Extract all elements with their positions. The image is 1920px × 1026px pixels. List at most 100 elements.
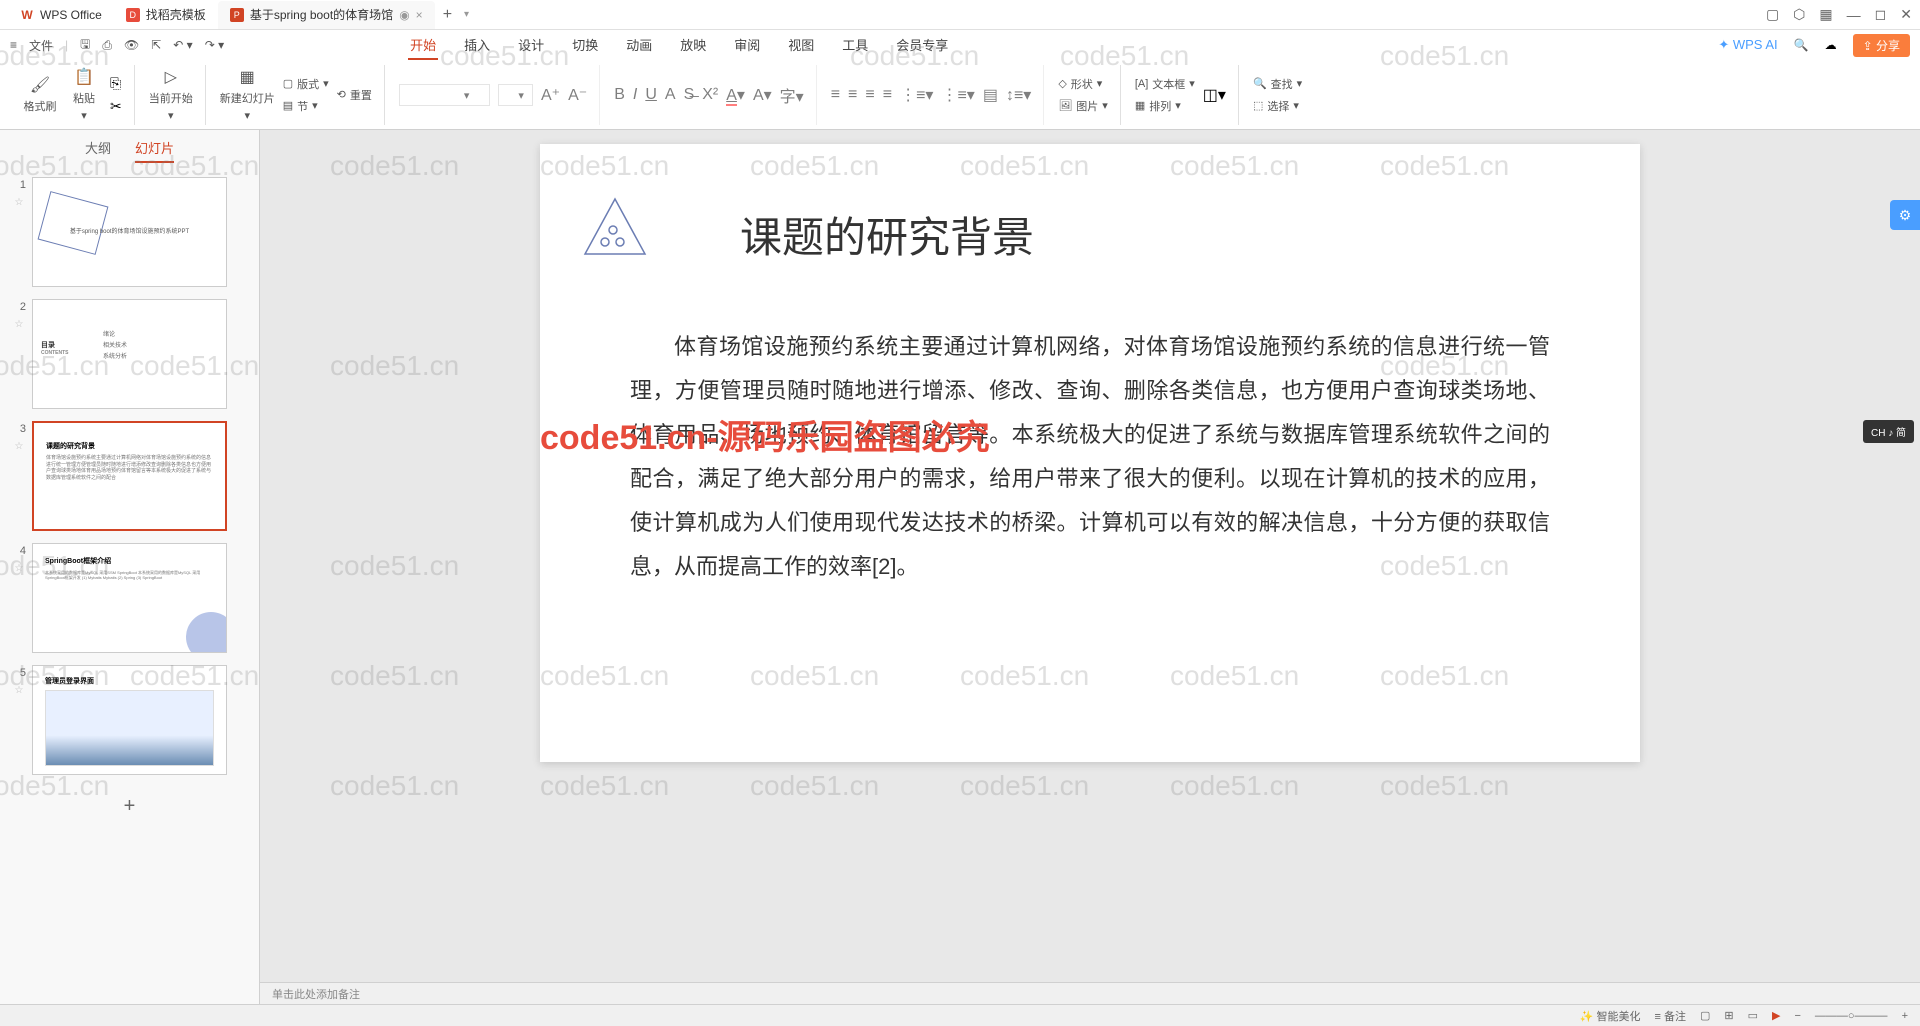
panel-tab-slides[interactable]: 幻灯片 <box>135 138 174 163</box>
add-tab-button[interactable]: + <box>435 6 460 24</box>
share-button[interactable]: ⇪ 分享 <box>1853 34 1910 57</box>
close-tab[interactable]: × <box>416 8 423 22</box>
undo-icon[interactable]: ↶ ▾ <box>173 38 192 52</box>
style-icon[interactable]: ◫▾ <box>1203 85 1226 105</box>
highlight-icon[interactable]: A▾ <box>753 85 772 105</box>
bold-icon[interactable]: B <box>614 86 625 104</box>
align-left-icon[interactable]: ≡ <box>831 86 840 104</box>
ai-assistant-button[interactable]: ⚙ <box>1890 200 1920 230</box>
picture-button[interactable]: 🖼 图片 ▾ <box>1058 98 1108 114</box>
font-color-icon[interactable]: A▾ <box>726 85 745 105</box>
preview-icon[interactable]: 👁 <box>124 38 139 52</box>
numbering-icon[interactable]: ⋮≡▾ <box>941 85 974 105</box>
minimize-icon[interactable]: — <box>1847 7 1861 23</box>
line-spacing-icon[interactable]: ↕≡▾ <box>1006 85 1031 105</box>
shape-button[interactable]: ◇ 形状 ▾ <box>1058 76 1108 92</box>
dropdown-icon[interactable]: ▾ <box>464 9 469 20</box>
section-button[interactable]: ▤ 节 ▾ <box>283 98 329 114</box>
zoom-out-icon[interactable]: − <box>1794 1010 1800 1022</box>
view-sorter-icon[interactable]: ⊞ <box>1724 1009 1733 1022</box>
maximize-icon[interactable]: ◻ <box>1875 6 1887 23</box>
strike-icon[interactable]: A <box>665 86 676 104</box>
star-icon[interactable]: ☆ <box>15 197 24 208</box>
bullets-icon[interactable]: ⋮≡▾ <box>900 85 933 105</box>
ribbon-view[interactable]: 视图 <box>786 31 816 60</box>
play-button[interactable]: ▷当前开始 ▾ <box>149 67 193 122</box>
save-icon[interactable]: 🖫 <box>80 35 90 56</box>
search-icon[interactable]: 🔍 <box>1794 38 1809 52</box>
italic-icon[interactable]: I <box>633 86 637 104</box>
strikethrough-icon[interactable]: S̶ <box>684 86 695 104</box>
add-slide-button[interactable]: + <box>12 787 247 826</box>
find-button[interactable]: 🔍 查找 ▾ <box>1253 76 1302 92</box>
slide-thumb-1[interactable]: 基于spring boot的体育场馆设施预约系统PPT <box>32 177 227 287</box>
menu-icon[interactable]: ≡ <box>10 38 17 52</box>
smart-beautify-button[interactable]: ✨ 智能美化 <box>1580 1008 1641 1024</box>
star-icon[interactable]: ☆ <box>15 563 24 574</box>
align-right-icon[interactable]: ≡ <box>865 86 874 104</box>
slide-thumb-3[interactable]: 课题的研究背景 体育场馆设施预约系统主要通过计算机网络对体育场馆设施预约系统的信… <box>32 421 227 531</box>
star-icon[interactable]: ☆ <box>15 441 24 452</box>
view-slideshow-icon[interactable]: ▶ <box>1772 1009 1780 1022</box>
underline-icon[interactable]: U <box>645 86 657 104</box>
canvas-scroll[interactable]: 课题的研究背景 体育场馆设施预约系统主要通过计算机网络，对体育场馆设施预约系统的… <box>260 130 1920 982</box>
box-icon[interactable]: ⬡ <box>1793 6 1805 23</box>
slide-panel: 大纲 幻灯片 1☆ 基于spring boot的体育场馆设施预约系统PPT 2☆… <box>0 130 260 1004</box>
export-icon[interactable]: ⇱ <box>151 38 161 52</box>
slide-canvas[interactable]: 课题的研究背景 体育场馆设施预约系统主要通过计算机网络，对体育场馆设施预约系统的… <box>540 144 1640 762</box>
cloud-icon[interactable]: ☁ <box>1825 38 1837 52</box>
superscript-icon[interactable]: X² <box>702 86 718 104</box>
slide-body[interactable]: 体育场馆设施预约系统主要通过计算机网络，对体育场馆设施预约系统的信息进行统一管理… <box>630 325 1550 589</box>
ribbon-start[interactable]: 开始 <box>408 31 438 60</box>
reset-button[interactable]: ⟲ 重置 <box>337 87 372 103</box>
copy-icon[interactable]: ⎘ <box>110 75 122 92</box>
redo-icon[interactable]: ↷ ▾ <box>205 38 224 52</box>
view-reading-icon[interactable]: ▭ <box>1748 1009 1758 1022</box>
arrange-button[interactable]: ▦ 排列 ▾ <box>1135 98 1195 114</box>
view-normal-icon[interactable]: ▢ <box>1700 1009 1710 1022</box>
ribbon-insert[interactable]: 插入 <box>462 31 492 60</box>
layout-button[interactable]: ▢ 版式 ▾ <box>283 76 329 92</box>
notes-bar[interactable]: 单击此处添加备注 <box>260 982 1920 1004</box>
font-size[interactable]: ▾ <box>498 84 533 106</box>
indent-icon[interactable]: ▤ <box>983 85 998 105</box>
file-menu[interactable]: 文件 <box>29 37 53 54</box>
new-slide-button[interactable]: ▦新建幻灯片 ▾ <box>220 67 275 122</box>
panel-tab-outline[interactable]: 大纲 <box>85 138 111 163</box>
notes-toggle[interactable]: ≡ 备注 <box>1654 1008 1685 1024</box>
ribbon-transition[interactable]: 切换 <box>570 31 600 60</box>
tab-templates[interactable]: D 找稻壳模板 <box>114 1 218 29</box>
text-effect-icon[interactable]: 字▾ <box>780 83 804 107</box>
paste-button[interactable]: 📋粘贴 ▾ <box>66 67 102 122</box>
slide-thumb-4[interactable]: SpringBoot框架介绍 本系统采用的数据库是MySQL 采用SSM Spr… <box>32 543 227 653</box>
slide-thumb-5[interactable]: 管理员登录界面 <box>32 665 227 775</box>
font-select[interactable]: ▾ <box>399 84 491 106</box>
cut-icon[interactable]: ✂ <box>110 98 122 115</box>
increase-font-icon[interactable]: A⁺ <box>541 85 560 105</box>
wps-ai-button[interactable]: ✦ WPS AI <box>1718 37 1777 53</box>
star-icon[interactable]: ☆ <box>15 319 24 330</box>
ribbon-review[interactable]: 审阅 <box>732 31 762 60</box>
thumbnails[interactable]: 1☆ 基于spring boot的体育场馆设施预约系统PPT 2☆ 目录CONT… <box>0 169 259 1004</box>
zoom-slider[interactable]: ———○——— <box>1815 1010 1888 1022</box>
textbox-button[interactable]: [A] 文本框 ▾ <box>1135 76 1195 92</box>
ribbon-tools[interactable]: 工具 <box>840 31 870 60</box>
align-center-icon[interactable]: ≡ <box>848 86 857 104</box>
ribbon-slideshow[interactable]: 放映 <box>678 31 708 60</box>
ribbon-member[interactable]: 会员专享 <box>894 31 950 60</box>
grid-icon[interactable]: ▢ <box>1766 6 1779 23</box>
tab-wps-office[interactable]: W WPS Office <box>8 1 114 29</box>
close-icon[interactable]: ✕ <box>1900 6 1912 23</box>
decrease-font-icon[interactable]: A⁻ <box>568 85 587 105</box>
format-painter-button[interactable]: 🖌格式刷 <box>22 75 58 114</box>
slide-thumb-2[interactable]: 目录CONTENTS 绪论相关技术系统分析 <box>32 299 227 409</box>
star-icon[interactable]: ☆ <box>15 685 24 696</box>
print-icon[interactable]: ⎙ <box>102 38 112 53</box>
tab-document[interactable]: P 基于spring boot的体育场馆 ◉ × <box>218 1 435 29</box>
zoom-in-icon[interactable]: + <box>1902 1010 1908 1022</box>
cube-icon[interactable]: ▦ <box>1819 6 1832 23</box>
select-button[interactable]: ⬚ 选择 ▾ <box>1253 98 1302 114</box>
align-justify-icon[interactable]: ≡ <box>883 86 892 104</box>
ribbon-design[interactable]: 设计 <box>516 31 546 60</box>
ribbon-animation[interactable]: 动画 <box>624 31 654 60</box>
